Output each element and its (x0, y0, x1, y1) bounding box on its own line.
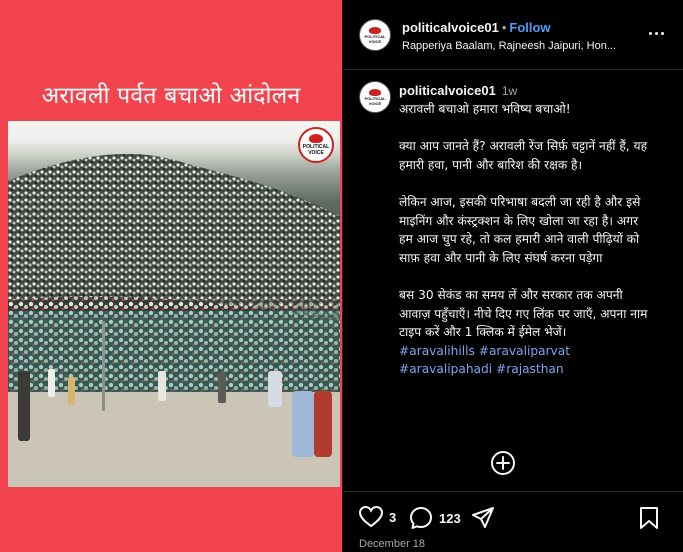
caption-line: क्या आप जानते हैं? अरावली रेंज सिर्फ़ चट… (399, 139, 648, 172)
crowd-illustration (8, 153, 340, 487)
caption-line: लेकिन आज, इसकी परिभाषा बदली जा रही है और… (399, 194, 641, 265)
bookmark-action[interactable] (639, 506, 659, 530)
header-username[interactable]: politicalvoice01 (402, 20, 499, 35)
follow-button[interactable]: Follow (509, 20, 550, 35)
caption-line: अरावली बचाओ हमारा भविष्य बचाओ! (399, 102, 571, 116)
media-title: अरावली पर्वत बचाओ आंदोलन (41, 83, 301, 109)
post-header: POLITICAL VOICE politicalvoice01 • Follow R… (343, 0, 683, 70)
audio-attribution[interactable]: Rapperiya Baalam, Rajneesh Jaipuri, Hon.… (402, 40, 627, 52)
bookmark-icon[interactable] (639, 506, 659, 530)
caption-text: अरावली बचाओ हमारा भविष्य बचाओ! क्या आप ज… (399, 100, 649, 379)
post-actions: 3 123 December 18 (343, 491, 683, 552)
heart-icon[interactable] (359, 506, 383, 528)
protest-photo: POLITICAL VOICE (8, 121, 340, 487)
comment-count[interactable]: 123 (439, 511, 461, 526)
share-icon[interactable] (471, 506, 495, 530)
caption-section: POLITICAL VOICE politicalvoice01 1w अरावली… (343, 71, 683, 491)
comment-action[interactable]: 123 (409, 506, 461, 530)
like-action[interactable]: 3 (359, 506, 396, 528)
separator-dot: • (501, 20, 507, 35)
post-details-panel: POLITICAL VOICE politicalvoice01 • Follow R… (342, 0, 683, 552)
add-comment-icon[interactable] (491, 451, 515, 475)
caption-avatar[interactable]: POLITICAL VOICE (359, 81, 391, 113)
hashtags: #aravalihills #aravaliparvat #aravalipah… (399, 342, 649, 379)
post-time[interactable]: 1w (502, 84, 517, 98)
more-icon[interactable] (649, 32, 664, 35)
hashtag-link[interactable]: #aravalipahadi (399, 362, 492, 376)
avatar[interactable]: POLITICAL VOICE (359, 19, 391, 51)
hashtag-link[interactable]: #rajasthan (496, 362, 564, 376)
political-voice-logo: POLITICAL VOICE (298, 127, 334, 163)
caption-username[interactable]: politicalvoice01 (399, 83, 496, 98)
like-count[interactable]: 3 (389, 510, 396, 525)
post-date[interactable]: December 18 (359, 538, 425, 550)
hashtag-link[interactable]: #aravalihills (399, 344, 475, 358)
post-media[interactable]: अरावली पर्वत बचाओ आंदोलन POLITICAL VOICE (0, 0, 342, 552)
caption-line: बस 30 सेकंड का समय लें और सरकार तक अपनी … (399, 287, 648, 340)
hashtag-link[interactable]: #aravaliparvat (479, 344, 570, 358)
comment-icon[interactable] (409, 506, 433, 530)
share-action[interactable] (471, 506, 495, 530)
